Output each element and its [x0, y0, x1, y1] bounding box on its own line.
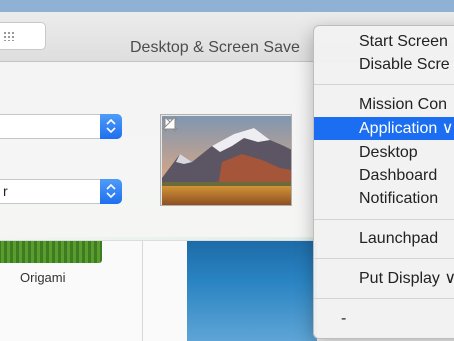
system-preferences-window: Desktop & Screen Save r Origami Start Sc… — [0, 0, 454, 341]
list-divider — [142, 241, 143, 341]
chevron-up-down-icon — [100, 179, 122, 204]
start-after-popup[interactable] — [0, 114, 122, 139]
hot-corners-preview — [160, 114, 292, 206]
desktop-background-strip — [0, 0, 454, 12]
screen-saver-label: Origami — [20, 270, 66, 285]
menu-separator — [314, 219, 454, 220]
menu-item-application-windows[interactable]: Application ∨ — [314, 117, 454, 140]
menu-item-disable-screen-saver[interactable]: Disable Scre — [314, 53, 454, 76]
menu-item-mission-control[interactable]: Mission Con — [314, 93, 454, 116]
hot-corner-bottom-right — [162, 116, 176, 130]
popup-value: r — [3, 183, 8, 199]
menu-item-launchpad[interactable]: Launchpad — [314, 227, 454, 250]
window-title: Desktop & Screen Save — [130, 39, 300, 56]
grid-icon — [3, 31, 15, 41]
menu-item-dashboard[interactable]: Dashboard — [314, 164, 454, 187]
menu-item-put-display-to-sleep[interactable]: Put Display ∨ — [314, 267, 454, 290]
menu-separator — [314, 298, 454, 299]
menu-item-start-screen-saver[interactable]: Start Screen — [314, 30, 454, 53]
menu-item-notification-center[interactable]: Notification — [314, 187, 454, 210]
hot-corner-menu: Start Screen Disable Scre Mission Con Ap… — [313, 25, 454, 339]
chevron-up-down-icon — [100, 114, 122, 139]
origami-thumbnail[interactable] — [0, 241, 102, 263]
screen-saver-popup[interactable]: r — [0, 179, 122, 204]
menu-separator — [314, 258, 454, 259]
menu-separator — [314, 84, 454, 85]
menu-item-desktop[interactable]: Desktop — [314, 141, 454, 164]
menu-item-none[interactable]: - — [314, 307, 454, 330]
show-all-button[interactable] — [0, 22, 46, 50]
screen-saver-thumbnail[interactable] — [187, 241, 317, 341]
